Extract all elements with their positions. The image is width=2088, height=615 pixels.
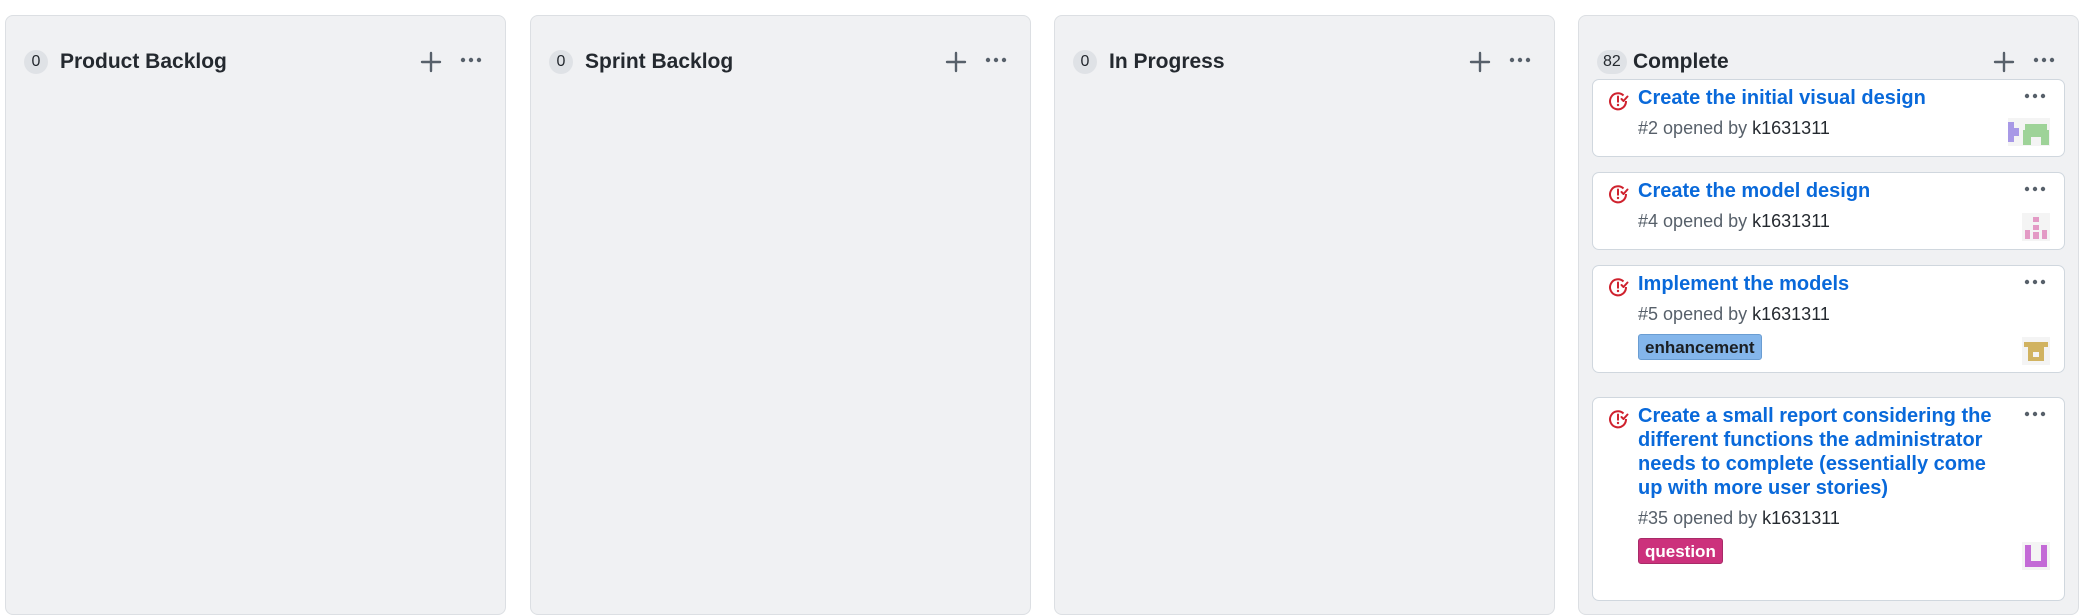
issue-title-link[interactable]: Create the initial visual design [1638, 86, 2008, 110]
plus-icon[interactable] [1466, 46, 1494, 78]
ellipsis-icon[interactable] [1506, 46, 1534, 78]
opened-by-text: opened by [1673, 508, 1758, 528]
column-complete: 82 Complete Create the initial visual de… [1578, 15, 2079, 615]
issue-number: #5 [1638, 304, 1659, 324]
ellipsis-icon[interactable] [982, 46, 1010, 78]
identicon-avatar[interactable] [2022, 213, 2050, 241]
issue-meta: #2 opened by k1631311 [1638, 116, 1830, 140]
issue-title-link[interactable]: Create the model design [1638, 179, 2008, 203]
issue-number: #35 [1638, 508, 1669, 528]
column-sprint-backlog: 0 Sprint Backlog [530, 15, 1031, 615]
column-header: 0 Product Backlog [24, 46, 487, 78]
column-title: Complete [1633, 50, 1729, 73]
issue-closed-icon [1609, 410, 1629, 429]
ellipsis-icon[interactable] [2022, 274, 2048, 294]
ellipsis-icon[interactable] [2022, 406, 2048, 426]
issue-meta: #35 opened by k1631311 [1638, 506, 1840, 530]
issue-number: #2 [1638, 118, 1659, 138]
identicon-avatar[interactable] [2008, 118, 2050, 146]
column-header: 0 In Progress [1073, 46, 1536, 78]
label-enhancement[interactable]: enhancement [1638, 334, 1762, 360]
issue-closed-icon [1609, 278, 1629, 297]
issue-card[interactable]: Create the initial visual design #2 open… [1592, 79, 2065, 157]
column-header: 82 Complete [1597, 46, 2060, 78]
issue-author[interactable]: k1631311 [1752, 304, 1830, 324]
issue-author[interactable]: k1631311 [1762, 508, 1840, 528]
ellipsis-icon[interactable] [457, 46, 485, 78]
column-title: Product Backlog [60, 50, 227, 73]
column-title: Sprint Backlog [585, 50, 734, 73]
identicon-avatar[interactable] [2022, 542, 2050, 570]
identicon-avatar[interactable] [2022, 337, 2050, 365]
plus-icon[interactable] [1990, 46, 2018, 78]
issue-closed-icon [1609, 185, 1629, 204]
issue-card[interactable]: Implement the models #5 opened by k16313… [1592, 265, 2065, 373]
opened-by-text: opened by [1663, 304, 1748, 324]
issue-closed-icon [1609, 92, 1629, 111]
column-product-backlog: 0 Product Backlog [5, 15, 506, 615]
column-count-badge: 0 [24, 50, 48, 74]
label-question[interactable]: question [1638, 538, 1723, 564]
plus-icon[interactable] [942, 46, 970, 78]
opened-by-text: opened by [1663, 118, 1748, 138]
issue-title-link[interactable]: Create a small report considering the di… [1638, 404, 2008, 500]
column-header: 0 Sprint Backlog [549, 46, 1012, 78]
ellipsis-icon[interactable] [2030, 46, 2058, 78]
issue-card[interactable]: Create the model design #4 opened by k16… [1592, 172, 2065, 250]
ellipsis-icon[interactable] [2022, 181, 2048, 201]
issue-meta: #5 opened by k1631311 [1638, 302, 1830, 326]
column-title: In Progress [1109, 50, 1225, 73]
opened-by-text: opened by [1663, 211, 1748, 231]
column-count-badge: 0 [549, 50, 573, 74]
issue-card[interactable]: Create a small report considering the di… [1592, 397, 2065, 601]
ellipsis-icon[interactable] [2022, 88, 2048, 108]
issue-author[interactable]: k1631311 [1752, 118, 1830, 138]
plus-icon[interactable] [417, 46, 445, 78]
project-board: 0 Product Backlog 0 Sprint Backlog 0 In … [0, 0, 2088, 615]
issue-meta: #4 opened by k1631311 [1638, 209, 1830, 233]
issue-author[interactable]: k1631311 [1752, 211, 1830, 231]
column-count-badge: 82 [1597, 50, 1627, 74]
issue-number: #4 [1638, 211, 1659, 231]
column-in-progress: 0 In Progress [1054, 15, 1555, 615]
column-count-badge: 0 [1073, 50, 1097, 74]
issue-title-link[interactable]: Implement the models [1638, 272, 2008, 296]
